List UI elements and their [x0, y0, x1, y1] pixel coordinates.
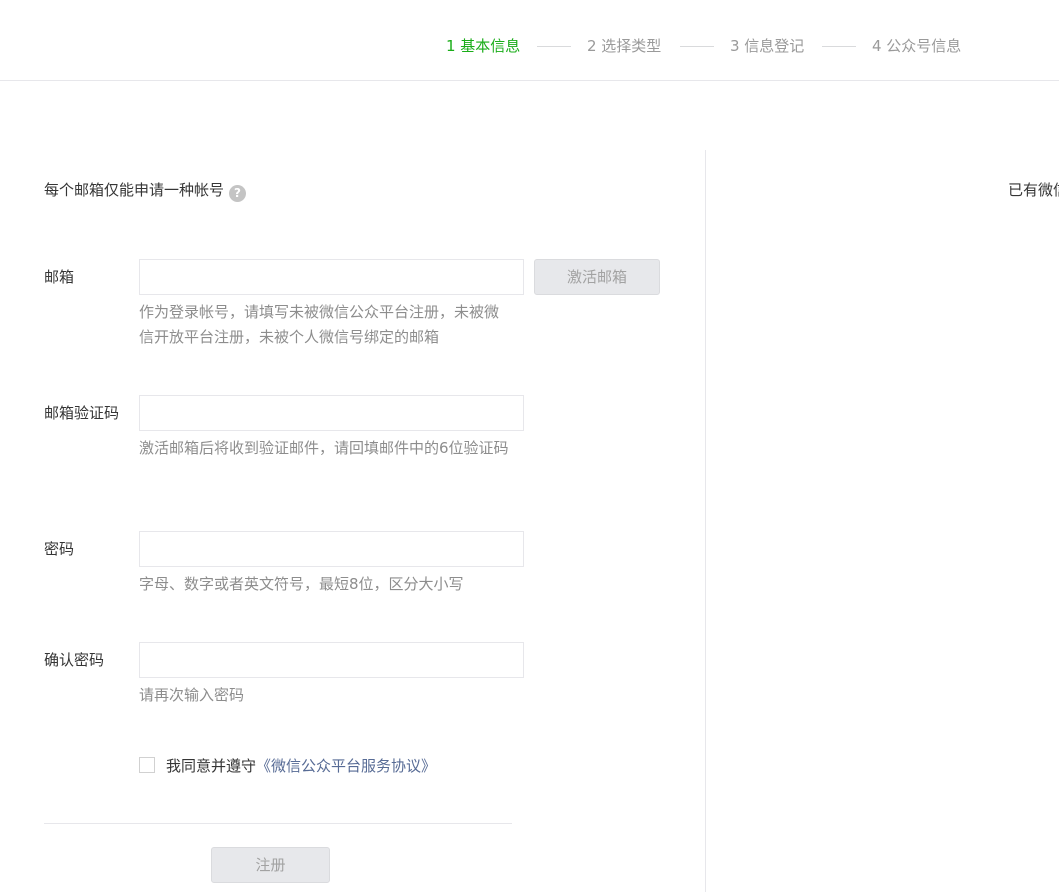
- service-agreement-link[interactable]: 《微信公众平台服务协议》: [256, 757, 436, 775]
- password-input[interactable]: [139, 531, 524, 567]
- email-code-input[interactable]: [139, 395, 524, 431]
- column-divider: [705, 150, 706, 892]
- step-basic-info: 1 基本信息: [446, 37, 521, 55]
- existing-account-text: 已有微信: [1008, 181, 1059, 199]
- top-header: 1 基本信息 2 选择类型 3 信息登记 4 公众号信息: [0, 0, 1059, 81]
- form-divider: [44, 823, 512, 824]
- step-account-info: 4 公众号信息: [872, 37, 962, 55]
- step-select-type: 2 选择类型: [587, 37, 662, 55]
- agreement-prefix: 我同意并遵守: [166, 757, 257, 775]
- register-button[interactable]: 注册: [211, 847, 330, 883]
- agreement-checkbox[interactable]: [139, 757, 155, 773]
- confirm-password-tip: 请再次输入密码: [139, 686, 245, 704]
- email-code-label: 邮箱验证码: [44, 404, 120, 422]
- password-label: 密码: [44, 540, 75, 558]
- confirm-password-label: 确认密码: [44, 651, 105, 669]
- email-notice: 每个邮箱仅能申请一种帐号?: [44, 179, 247, 202]
- email-label: 邮箱: [44, 268, 75, 286]
- step-separator: [822, 46, 856, 47]
- question-icon[interactable]: ?: [229, 185, 247, 202]
- password-tip: 字母、数字或者英文符号，最短8位，区分大小写: [139, 575, 464, 593]
- email-notice-text: 每个邮箱仅能申请一种帐号: [44, 181, 225, 199]
- step-separator: [680, 46, 714, 47]
- agreement-text: 我同意并遵守《微信公众平台服务协议》: [166, 755, 436, 777]
- email-tip: 作为登录帐号，请填写未被微信公众平台注册，未被微信开放平台注册，未被个人微信号绑…: [139, 303, 500, 346]
- confirm-password-input[interactable]: [139, 642, 524, 678]
- email-code-tip: 激活邮箱后将收到验证邮件，请回填邮件中的6位验证码: [139, 439, 509, 457]
- step-info-register: 3 信息登记: [730, 37, 805, 55]
- activate-email-button[interactable]: 激活邮箱: [534, 259, 660, 295]
- step-separator: [537, 46, 571, 47]
- email-input[interactable]: [139, 259, 524, 295]
